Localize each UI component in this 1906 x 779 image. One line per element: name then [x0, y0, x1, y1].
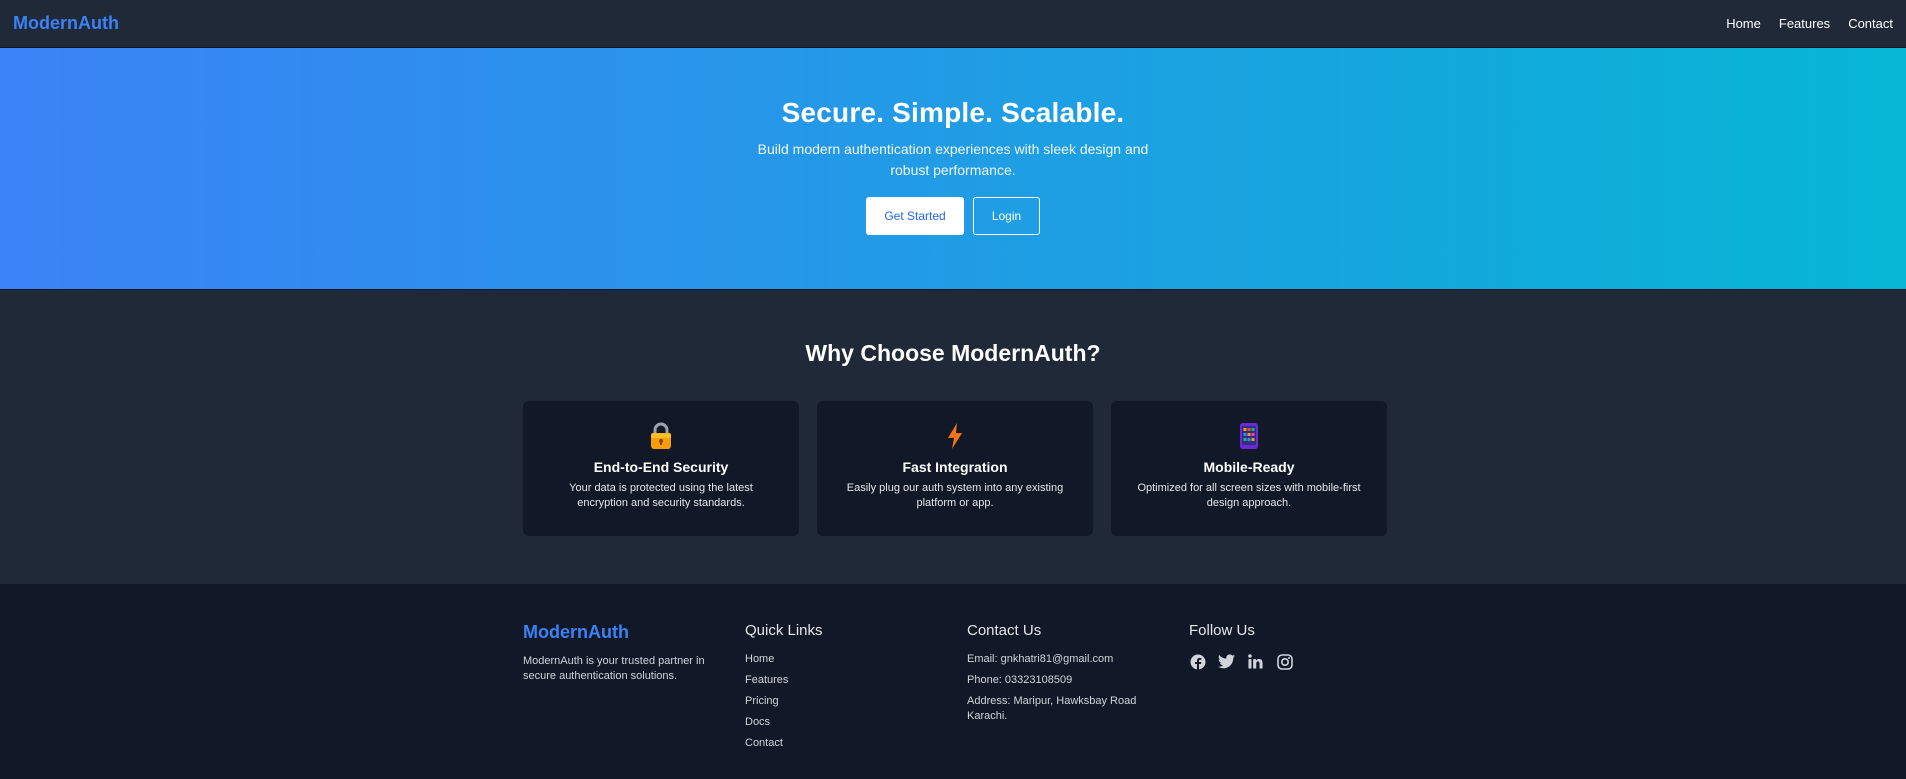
feature-card-desc: Optimized for all screen sizes with mobi… [1137, 482, 1361, 509]
twitter-icon[interactable] [1218, 653, 1235, 670]
footer-brand[interactable]: ModernAuth [523, 622, 733, 643]
features-title: Why Choose ModernAuth? [805, 340, 1101, 366]
nav-link-features[interactable]: Features [1779, 16, 1830, 31]
footer-follow-column: Follow Us [1189, 622, 1399, 670]
footer-heading: Quick Links [745, 622, 823, 639]
hero-title: Secure. Simple. Scalable. [781, 97, 1125, 128]
footer-link-docs[interactable]: Docs [745, 715, 955, 736]
feature-card-desc: Easily plug our auth system into any exi… [846, 482, 1064, 509]
footer-link-contact[interactable]: Contact [745, 736, 955, 757]
contact-phone: Phone: 03323108509 [967, 674, 1073, 686]
nav-link-home[interactable]: Home [1726, 16, 1761, 31]
footer-quick-links-column: Quick Links Home Features Pricing Docs C… [745, 622, 955, 757]
footer-about-text: ModernAuth is your trusted partner in se… [523, 655, 705, 682]
get-started-button[interactable]: Get Started [866, 197, 964, 235]
social-icons [1189, 653, 1399, 670]
instagram-icon[interactable] [1276, 653, 1293, 670]
footer-heading: Contact Us [967, 622, 1042, 639]
hero-section: Secure. Simple. Scalable. Build modern a… [0, 48, 1906, 290]
footer-about-column: ModernAuth ModernAuth is your trusted pa… [523, 622, 733, 684]
hero-buttons: Get Started Login [866, 197, 1040, 235]
feature-card-title: End-to-End Security [593, 459, 729, 475]
lightning-icon [941, 421, 969, 451]
contact-email: Email: gnkhatri81@gmail.com [967, 653, 1114, 665]
feature-card-desc: Your data is protected using the latest … [569, 482, 753, 509]
features-section: Why Choose ModernAuth? End-to-End Securi… [0, 290, 1906, 584]
feature-card-integration: Fast Integration Easily plug our auth sy… [817, 401, 1093, 536]
footer-link-pricing[interactable]: Pricing [745, 694, 955, 715]
brand-logo[interactable]: ModernAuth [13, 13, 119, 34]
lock-icon [647, 421, 675, 451]
contact-address: Address: Maripur, Hawksbay Road Karachi. [967, 695, 1137, 722]
hero-subtitle: Build modern authentication experiences … [757, 141, 1149, 178]
nav-link-contact[interactable]: Contact [1848, 16, 1893, 31]
feature-card-title: Fast Integration [902, 459, 1008, 475]
navbar: ModernAuth Home Features Contact [0, 0, 1906, 48]
feature-card-title: Mobile-Ready [1203, 459, 1295, 475]
footer-heading: Follow Us [1189, 622, 1255, 639]
nav-links: Home Features Contact [1726, 16, 1893, 31]
linkedin-icon[interactable] [1247, 653, 1264, 670]
footer-link-home[interactable]: Home [745, 652, 955, 673]
footer-link-features[interactable]: Features [745, 673, 955, 694]
quick-links-list: Home Features Pricing Docs Contact [745, 652, 955, 757]
facebook-icon[interactable] [1189, 653, 1206, 670]
feature-card-security: End-to-End Security Your data is protect… [523, 401, 799, 536]
login-button[interactable]: Login [973, 197, 1040, 235]
footer-contact-column: Contact Us Email: gnkhatri81@gmail.com P… [967, 622, 1177, 722]
contact-list: Email: gnkhatri81@gmail.com Phone: 03323… [967, 652, 1177, 722]
mobile-phone-icon [1235, 421, 1263, 451]
feature-card-mobile: Mobile-Ready Optimized for all screen si… [1111, 401, 1387, 536]
feature-cards: End-to-End Security Your data is protect… [523, 401, 1387, 536]
footer: ModernAuth ModernAuth is your trusted pa… [0, 584, 1906, 779]
